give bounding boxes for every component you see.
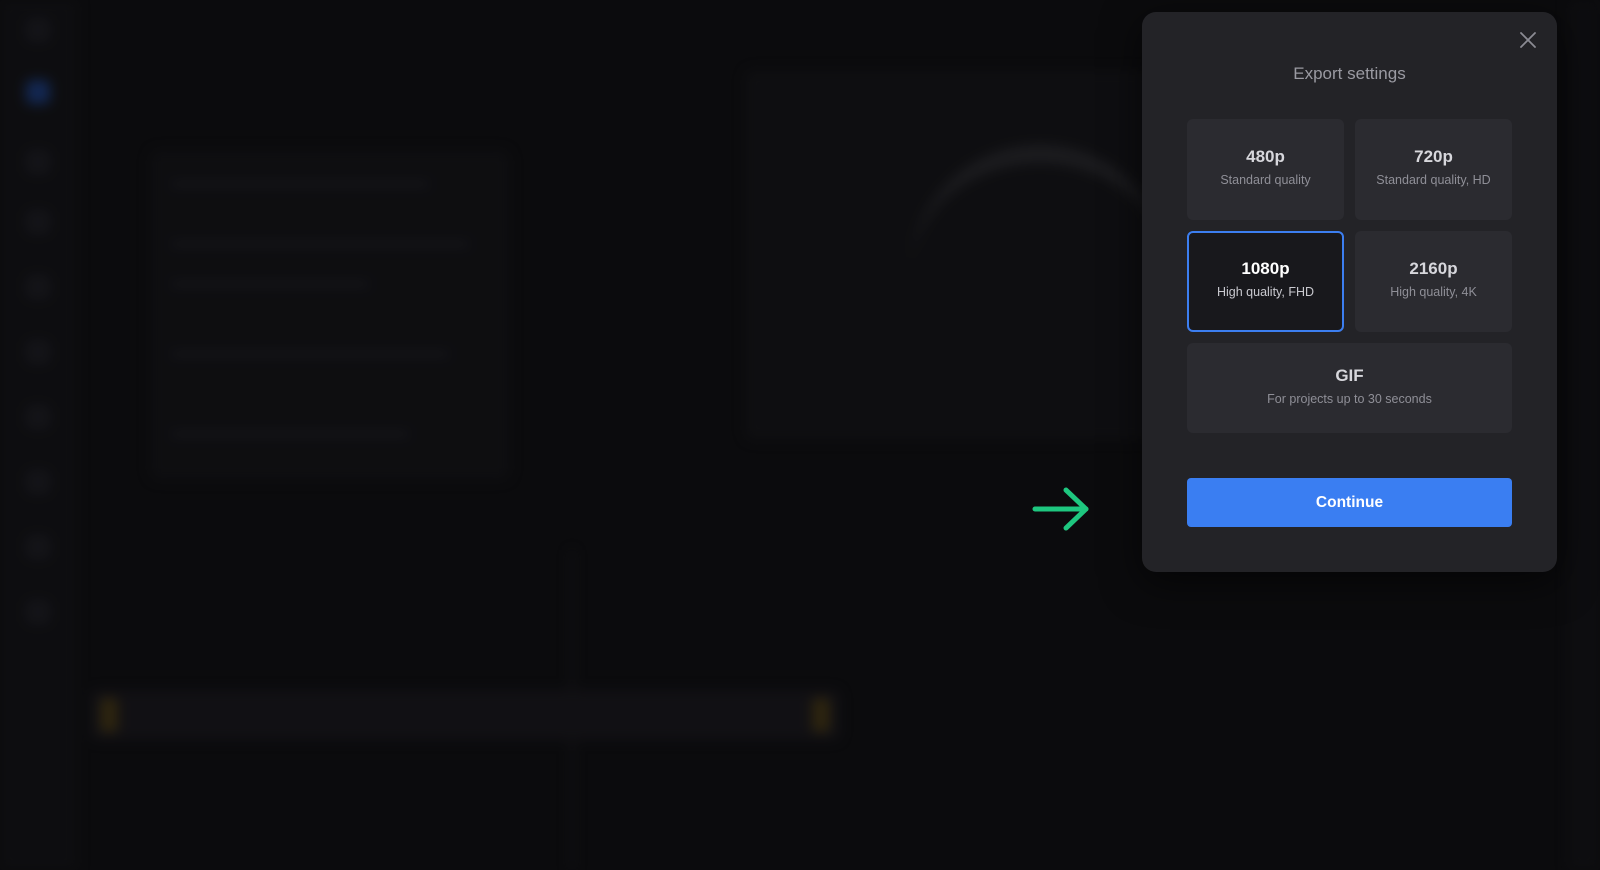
option-subtitle: Standard quality — [1220, 173, 1311, 187]
option-subtitle: Standard quality, HD — [1376, 173, 1491, 187]
background-right-strip — [1568, 0, 1600, 870]
dialog-title: Export settings — [1293, 64, 1406, 83]
option-title: 720p — [1414, 147, 1453, 166]
option-title: 480p — [1246, 147, 1285, 166]
option-subtitle: For projects up to 30 seconds — [1267, 392, 1432, 406]
app-screen: Export settings 480p Standard quality 72… — [0, 0, 1600, 870]
option-2160p[interactable]: 2160p High quality, 4K — [1355, 231, 1512, 332]
background-panel — [150, 150, 510, 480]
close-icon — [1520, 32, 1536, 48]
close-button[interactable] — [1517, 29, 1539, 51]
arrow-right-icon — [1032, 487, 1089, 531]
background-timeline-clip — [90, 690, 840, 740]
option-1080p[interactable]: 1080p High quality, FHD — [1187, 231, 1344, 332]
option-title: 1080p — [1241, 259, 1290, 278]
option-480p[interactable]: 480p Standard quality — [1187, 119, 1344, 220]
option-720p[interactable]: 720p Standard quality, HD — [1355, 119, 1512, 220]
continue-button[interactable]: Continue — [1187, 478, 1512, 527]
option-gif[interactable]: GIF For projects up to 30 seconds — [1187, 343, 1512, 433]
option-subtitle: High quality, FHD — [1216, 285, 1315, 299]
option-subtitle: High quality, 4K — [1390, 285, 1477, 299]
option-title: GIF — [1335, 366, 1364, 385]
background-sidebar — [0, 0, 77, 870]
option-title: 2160p — [1409, 259, 1458, 278]
export-settings-dialog: Export settings 480p Standard quality 72… — [1142, 12, 1557, 572]
